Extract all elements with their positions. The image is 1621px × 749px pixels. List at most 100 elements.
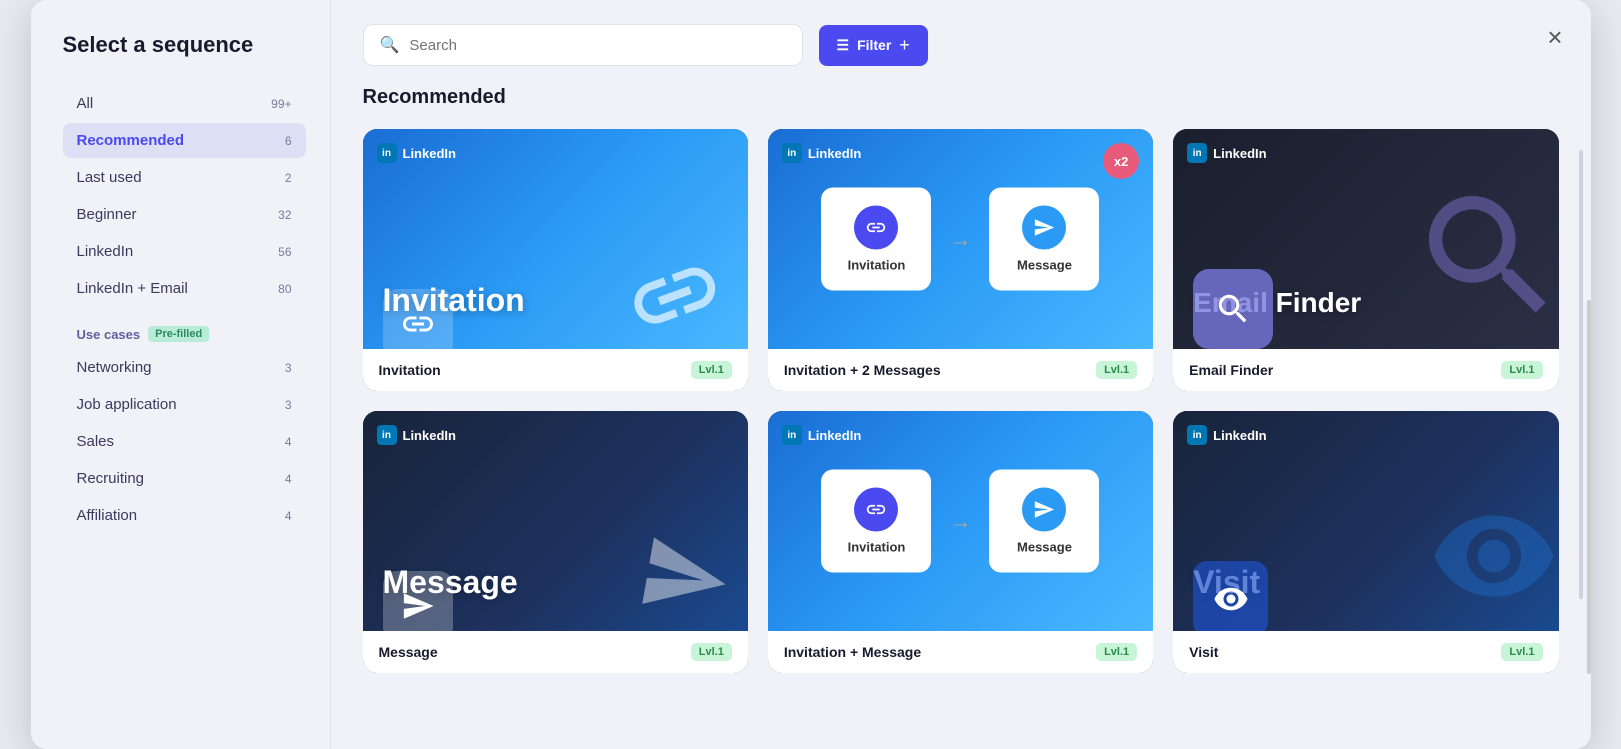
search-input[interactable]	[409, 37, 785, 54]
card-image: in LinkedIn Visit	[1173, 411, 1558, 631]
search-box[interactable]: 🔍	[363, 24, 803, 66]
card-invitation-2msg[interactable]: in LinkedIn x2 Invitation →	[768, 129, 1153, 391]
level-badge: Lvl.1	[1501, 361, 1542, 379]
linkedin-badge: in LinkedIn	[1187, 143, 1266, 163]
card-email-finder[interactable]: in LinkedIn Email Finder Email Finder Lv…	[1173, 129, 1558, 391]
sidebar-item-label: Affiliation	[77, 507, 138, 524]
linkedin-badge: in LinkedIn	[377, 425, 456, 445]
sidebar-item-job-application[interactable]: Job application 3	[63, 387, 306, 422]
chain-decoration	[601, 228, 748, 349]
search-icon: 🔍	[380, 35, 400, 55]
visit-decoration	[1419, 491, 1559, 631]
step-icon	[854, 488, 898, 532]
sidebar-item-count: 99+	[271, 97, 291, 111]
sidebar-item-label: Job application	[77, 396, 177, 413]
main-header: 🔍 ☰ Filter +	[363, 24, 1559, 66]
card-label: Invitation + 2 Messages	[784, 362, 941, 378]
search-big-icon	[1193, 269, 1273, 349]
linkedin-icon: in	[1187, 143, 1207, 163]
card-invitation[interactable]: in LinkedIn Invitation Invitation Lvl.1	[363, 129, 748, 391]
sidebar-item-label: All	[77, 95, 94, 112]
sidebar-item-count: 56	[278, 245, 291, 259]
invitation-icon	[383, 289, 453, 349]
cards-grid: in LinkedIn Invitation Invitation Lvl.1	[363, 129, 1559, 673]
card-footer: Invitation + 2 Messages Lvl.1	[768, 349, 1153, 391]
use-cases-section: Use cases Pre-filled	[77, 326, 292, 342]
linkedin-icon: in	[1187, 425, 1207, 445]
card-image: in LinkedIn Invitation →	[768, 411, 1153, 631]
linkedin-badge: in LinkedIn	[377, 143, 456, 163]
section-title: Recommended	[363, 86, 1559, 109]
step-card-message: Message	[989, 188, 1099, 291]
message-icon	[383, 571, 453, 631]
sidebar-item-affiliation[interactable]: Affiliation 4	[63, 498, 306, 533]
sidebar: Select a sequence All 99+ Recommended 6 …	[31, 0, 331, 749]
sidebar-item-sales[interactable]: Sales 4	[63, 424, 306, 459]
sidebar-item-count: 2	[285, 171, 292, 185]
sidebar-item-count: 3	[285, 398, 292, 412]
step-arrow: →	[949, 508, 971, 534]
linkedin-icon: in	[377, 143, 397, 163]
card-image: in LinkedIn Invitation	[363, 129, 748, 349]
sidebar-item-label: LinkedIn	[77, 243, 134, 260]
linkedin-icon: in	[782, 143, 802, 163]
card-footer: Email Finder Lvl.1	[1173, 349, 1558, 391]
prefilled-badge: Pre-filled	[148, 326, 209, 342]
visit-icon	[1193, 561, 1268, 631]
close-button[interactable]: ×	[1547, 22, 1562, 53]
card-invitation-msg[interactable]: in LinkedIn Invitation →	[768, 411, 1153, 673]
sidebar-item-last-used[interactable]: Last used 2	[63, 160, 306, 195]
card-image: in LinkedIn x2 Invitation →	[768, 129, 1153, 349]
step-icon	[1022, 206, 1066, 250]
step-arrow: →	[949, 226, 971, 252]
sidebar-item-label: Sales	[77, 433, 115, 450]
card-visit[interactable]: in LinkedIn Visit Visit Lvl.1	[1173, 411, 1558, 673]
level-badge: Lvl.1	[691, 361, 732, 379]
sidebar-item-recruiting[interactable]: Recruiting 4	[63, 461, 306, 496]
sidebar-item-count: 3	[285, 361, 292, 375]
modal-title: Select a sequence	[63, 32, 306, 58]
sidebar-item-label: LinkedIn + Email	[77, 280, 188, 297]
sidebar-item-linkedin[interactable]: LinkedIn 56	[63, 234, 306, 269]
sidebar-item-all[interactable]: All 99+	[63, 86, 306, 121]
linkedin-badge: in LinkedIn	[782, 143, 861, 163]
two-step-container: Invitation → Message	[821, 188, 1099, 291]
search-decoration	[1409, 176, 1559, 349]
step-card-invitation: Invitation	[821, 188, 931, 291]
card-label: Message	[379, 644, 438, 660]
sidebar-item-count: 4	[285, 509, 292, 523]
sidebar-item-label: Recruiting	[77, 470, 145, 487]
sidebar-item-label: Beginner	[77, 206, 137, 223]
two-step-container: Invitation → Message	[821, 470, 1099, 573]
card-label: Invitation + Message	[784, 644, 921, 660]
sidebar-item-recommended[interactable]: Recommended 6	[63, 123, 306, 158]
sidebar-item-linkedin-email[interactable]: LinkedIn + Email 80	[63, 271, 306, 306]
linkedin-badge: in LinkedIn	[782, 425, 861, 445]
card-label: Email Finder	[1189, 362, 1273, 378]
filter-button[interactable]: ☰ Filter +	[819, 25, 928, 66]
linkedin-badge: in LinkedIn	[1187, 425, 1266, 445]
sidebar-item-count: 4	[285, 435, 292, 449]
step-icon	[1022, 488, 1066, 532]
step-card-message: Message	[989, 470, 1099, 573]
sidebar-item-count: 80	[278, 282, 291, 296]
select-sequence-modal: Select a sequence All 99+ Recommended 6 …	[31, 0, 1591, 749]
step-icon	[854, 206, 898, 250]
card-label: Invitation	[379, 362, 441, 378]
sidebar-item-count: 32	[278, 208, 291, 222]
level-badge: Lvl.1	[1096, 643, 1137, 661]
sidebar-item-beginner[interactable]: Beginner 32	[63, 197, 306, 232]
sidebar-item-label: Networking	[77, 359, 152, 376]
card-footer: Visit Lvl.1	[1173, 631, 1558, 673]
x2-badge: x2	[1103, 143, 1139, 179]
paper-decoration	[619, 522, 747, 631]
main-scrollbar[interactable]	[1579, 150, 1583, 599]
card-message[interactable]: in LinkedIn Message Message Lvl.1	[363, 411, 748, 673]
level-badge: Lvl.1	[1501, 643, 1542, 661]
card-footer: Message Lvl.1	[363, 631, 748, 673]
card-image: in LinkedIn Email Finder	[1173, 129, 1558, 349]
card-image: in LinkedIn Message	[363, 411, 748, 631]
linkedin-icon: in	[782, 425, 802, 445]
sidebar-item-label: Recommended	[77, 132, 185, 149]
sidebar-item-networking[interactable]: Networking 3	[63, 350, 306, 385]
